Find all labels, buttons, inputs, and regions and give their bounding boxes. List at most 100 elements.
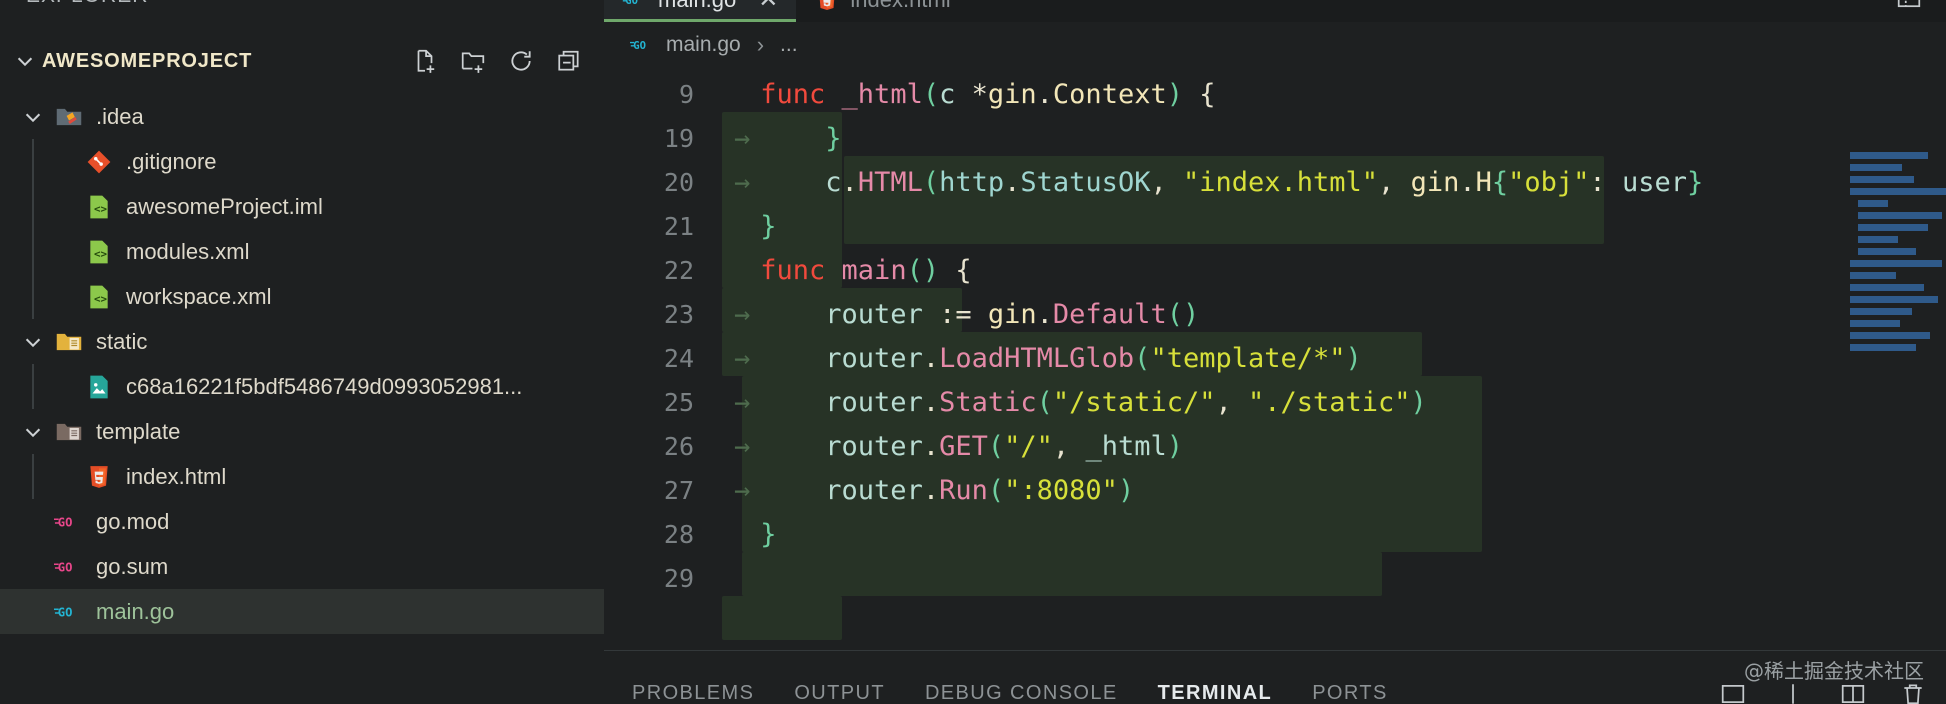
tab-label: index.html <box>850 0 950 13</box>
tree-indent-guide <box>32 274 34 319</box>
tree-file-index-html[interactable]: index.html <box>0 454 604 499</box>
split-panel-icon[interactable] <box>1840 681 1866 704</box>
tree-item-label: awesomeProject.iml <box>126 193 323 219</box>
tree-indent-guide <box>32 139 34 184</box>
tab-index-html[interactable]: index.html <box>796 0 968 22</box>
watermark: @稀土掘金技术社区 <box>1744 659 1924 683</box>
svg-text:GO: GO <box>58 560 73 574</box>
split-terminal-icon[interactable] <box>1780 681 1806 704</box>
tree-folder--idea[interactable]: .idea <box>0 94 604 139</box>
code-line-text: func main() { <box>716 255 971 286</box>
tree-file--gitignore[interactable]: .gitignore <box>0 139 604 184</box>
go-icon: GO <box>622 0 648 13</box>
tree-indent-guide <box>32 229 34 274</box>
new-terminal-icon[interactable] <box>1720 681 1746 704</box>
trash-icon[interactable] <box>1900 681 1926 704</box>
tree-indent-guide <box>32 454 34 499</box>
chevron-down-icon[interactable] <box>20 419 46 445</box>
indent-arrow-icon: → <box>734 122 751 154</box>
go-icon: GO <box>630 32 656 58</box>
indent-arrow-icon: → <box>734 474 751 506</box>
new-file-icon[interactable] <box>412 48 438 74</box>
minimap-lines <box>1850 152 1946 356</box>
minimap-line <box>1850 260 1942 267</box>
ellipsis-icon[interactable]: ⋯ <box>546 0 574 9</box>
panel-tab-debug-console[interactable]: DEBUG CONSOLE <box>925 652 1118 704</box>
collapse-all-icon[interactable] <box>556 48 582 74</box>
project-root-row[interactable]: AWESOMEPROJECT <box>0 38 604 84</box>
minimap[interactable] <box>1820 68 1946 650</box>
code-line[interactable]: 28 } <box>604 512 1946 556</box>
tree-indent-guide <box>32 184 34 229</box>
code-line[interactable]: 26 → router.GET("/", _html) <box>604 424 1946 468</box>
indent-arrow-icon: → <box>734 298 751 330</box>
tree-file-c68a16221f5bdf5486749d099305[interactable]: c68a16221f5bdf5486749d0993052981... <box>0 364 604 409</box>
tree-file-modules-xml[interactable]: <> modules.xml <box>0 229 604 274</box>
tree-item-label: modules.xml <box>126 238 250 264</box>
tree-file-go-sum[interactable]: GO go.sum <box>0 544 604 589</box>
code-line-text: → c.HTML(http.StatusOK, "index.html", gi… <box>734 166 1704 198</box>
indent-arrow-icon <box>734 211 750 242</box>
code-line[interactable]: 19 → } <box>604 116 1946 160</box>
chevron-down-icon[interactable] <box>20 329 46 355</box>
tab-label: main.go <box>658 0 736 13</box>
refresh-icon[interactable] <box>508 48 534 74</box>
panel-tab-terminal[interactable]: TERMINAL <box>1158 652 1273 704</box>
svg-text:GO: GO <box>625 0 638 7</box>
go-icon-active: GO <box>54 597 84 627</box>
image-icon <box>84 372 114 402</box>
chevron-down-icon[interactable] <box>20 104 46 130</box>
panel-tab-problems[interactable]: PROBLEMS <box>632 652 754 704</box>
tab-main-go[interactable]: GO main.go ✕ <box>604 0 797 22</box>
tree-item-label: main.go <box>96 598 175 624</box>
editor-area: GO main.go ✕ index.html GO main.go <box>604 0 1946 704</box>
tree-file-workspace-xml[interactable]: <> workspace.xml <box>0 274 604 319</box>
vscode-window: EXPLORER ⋯ AWESOMEPROJECT <box>0 0 1946 704</box>
close-icon[interactable]: ✕ <box>758 0 778 12</box>
code-line[interactable]: 24 → router.LoadHTMLGlob("template/*") <box>604 336 1946 380</box>
explorer-title: EXPLORER <box>26 0 148 8</box>
panel-tab-output[interactable]: OUTPUT <box>794 652 885 704</box>
code-line-text: → router.Static("/static/", "./static") <box>734 386 1427 418</box>
panel-tab-ports[interactable]: PORTS <box>1312 652 1388 704</box>
tree-folder-static[interactable]: static <box>0 319 604 364</box>
tree-item-label: go.mod <box>96 508 170 534</box>
code-line-text: func _html(c *gin.Context) { <box>716 79 1215 110</box>
indent-arrow-icon <box>734 563 750 594</box>
code-line[interactable]: 20 → c.HTML(http.StatusOK, "index.html", … <box>604 160 1946 204</box>
code-line-text: → } <box>734 122 842 154</box>
code-line[interactable]: 9 func _html(c *gin.Context) { <box>604 72 1946 116</box>
code-line[interactable]: 21 } <box>604 204 1946 248</box>
minimap-line <box>1850 308 1912 315</box>
code-line[interactable]: 25 → router.Static("/static/", "./static"… <box>604 380 1946 424</box>
html5-icon <box>84 462 114 492</box>
xml-icon: <> <box>84 237 114 267</box>
folder-idea-icon <box>54 102 84 132</box>
file-tree: .idea .gitignore <> awesomeProject.iml <> mod… <box>0 94 604 634</box>
line-number: 21 <box>663 211 694 241</box>
tree-file-awesomeproject-iml[interactable]: <> awesomeProject.iml <box>0 184 604 229</box>
breadcrumb[interactable]: GO main.go › ... <box>604 22 1946 68</box>
tree-item-label: index.html <box>126 463 227 489</box>
breadcrumb-file[interactable]: main.go <box>666 33 741 57</box>
breadcrumb-separator: › <box>756 32 765 57</box>
toggle-panel-icon[interactable] <box>1896 0 1922 10</box>
tree-file-main-go[interactable]: GO main.go <box>0 589 604 634</box>
tree-item-label: .idea <box>96 103 144 129</box>
chevron-down-icon[interactable] <box>12 48 38 74</box>
code-line[interactable]: 22 func main() { <box>604 248 1946 292</box>
tree-file-go-mod[interactable]: GO go.mod <box>0 499 604 544</box>
new-folder-icon[interactable] <box>460 48 486 74</box>
breadcrumb-more[interactable]: ... <box>780 33 798 57</box>
indent-arrow-icon: → <box>734 430 751 462</box>
code-line[interactable]: 29 <box>604 556 1946 600</box>
code-line[interactable]: 23 → router := gin.Default() <box>604 292 1946 336</box>
code-line-text: → router.Run(":8080") <box>734 474 1135 506</box>
tree-folder-template[interactable]: template <box>0 409 604 454</box>
code-line[interactable]: 27 → router.Run(":8080") <box>604 468 1946 512</box>
minimap-line <box>1850 320 1900 327</box>
code-editor[interactable]: 9 func _html(c *gin.Context) {19 → } 20 → c… <box>604 68 1946 650</box>
svg-text:<>: <> <box>94 292 108 305</box>
editor-tab-bar: GO main.go ✕ index.html <box>604 0 1946 22</box>
svg-text:GO: GO <box>58 515 73 529</box>
